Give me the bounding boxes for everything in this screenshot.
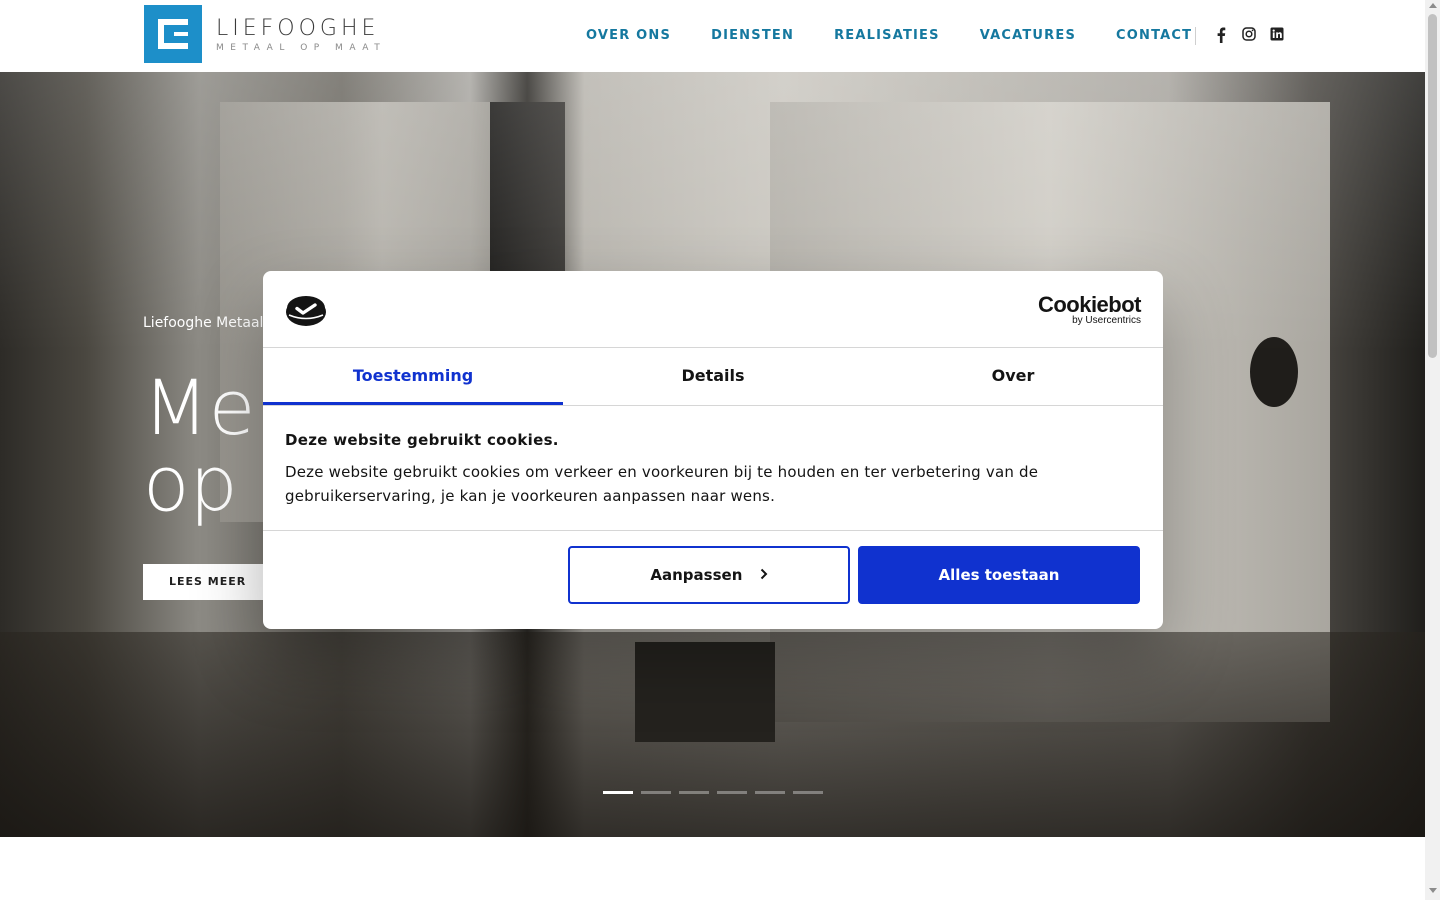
- slider-dot[interactable]: [755, 791, 785, 794]
- logo-name: LIEFOOGHE: [216, 16, 380, 41]
- hero-eyebrow: Liefooghe Metaal: [143, 315, 264, 331]
- slider-dot[interactable]: [641, 791, 671, 794]
- nav-divider: [1195, 27, 1196, 45]
- logo-tagline: METAAL OP MAAT: [216, 43, 387, 53]
- read-more-button[interactable]: LEES MEER: [143, 564, 263, 600]
- linkedin-icon[interactable]: [1269, 27, 1285, 44]
- social-links: [1213, 27, 1297, 44]
- cookie-title: Deze website gebruikt cookies.: [285, 431, 559, 449]
- logo-mark: [144, 5, 202, 63]
- cookie-actions: Aanpassen Alles toestaan: [263, 531, 1163, 628]
- hero-headline: Me op: [143, 370, 255, 522]
- site-header: LIEFOOGHE METAAL OP MAAT OVER ONS DIENST…: [0, 0, 1425, 72]
- hero-headline-line-1: Me: [143, 363, 256, 452]
- main-nav: OVER ONS DIENSTEN REALISATIES VACATURES …: [586, 27, 1232, 44]
- nav-item-contact[interactable]: CONTACT: [1116, 27, 1192, 44]
- slider-dots: [603, 791, 831, 794]
- tab-over[interactable]: Over: [863, 348, 1163, 405]
- cookie-dialog-header: Cookiebot by Usercentrics: [263, 271, 1163, 348]
- nav-item-realisaties[interactable]: REALISATIES: [834, 27, 940, 44]
- facebook-icon[interactable]: [1213, 27, 1229, 44]
- cookiebot-brand-name: Cookiebot: [1037, 292, 1142, 317]
- cookiebot-brand: Cookiebot by Usercentrics: [1037, 292, 1142, 326]
- cookie-body: Deze website gebruikt cookies. Deze webs…: [263, 406, 1163, 531]
- cookiebot-brand-sub: by Usercentrics: [1072, 315, 1141, 326]
- tab-details[interactable]: Details: [563, 348, 863, 405]
- scroll-down-arrow[interactable]: [1429, 888, 1437, 893]
- tab-toestemming[interactable]: Toestemming: [263, 348, 563, 405]
- page-scrollbar[interactable]: [1425, 0, 1440, 900]
- chevron-right-icon: [760, 548, 768, 602]
- cookiebot-logo-icon: [286, 296, 326, 326]
- slider-dot[interactable]: [793, 791, 823, 794]
- customize-button-label: Aanpassen: [650, 566, 743, 584]
- hero-headline-line-2: op: [143, 439, 238, 528]
- slider-dot[interactable]: [717, 791, 747, 794]
- cookie-description: Deze website gebruikt cookies om verkeer…: [285, 463, 1039, 505]
- scroll-thumb[interactable]: [1428, 14, 1437, 358]
- site-logo[interactable]: LIEFOOGHE METAAL OP MAAT: [144, 5, 386, 63]
- cookie-tabs: Toestemming Details Over: [263, 348, 1163, 406]
- nav-item-vacatures[interactable]: VACATURES: [980, 27, 1076, 44]
- slider-dot[interactable]: [603, 791, 633, 794]
- nav-item-diensten[interactable]: DIENSTEN: [711, 27, 794, 44]
- cookie-consent-dialog: Cookiebot by Usercentrics Toestemming De…: [263, 271, 1163, 629]
- customize-button[interactable]: Aanpassen: [568, 546, 850, 604]
- slider-dot[interactable]: [679, 791, 709, 794]
- allow-all-button[interactable]: Alles toestaan: [858, 546, 1140, 604]
- scroll-up-arrow[interactable]: [1429, 3, 1437, 8]
- nav-item-over-ons[interactable]: OVER ONS: [586, 27, 671, 44]
- instagram-icon[interactable]: [1241, 27, 1257, 44]
